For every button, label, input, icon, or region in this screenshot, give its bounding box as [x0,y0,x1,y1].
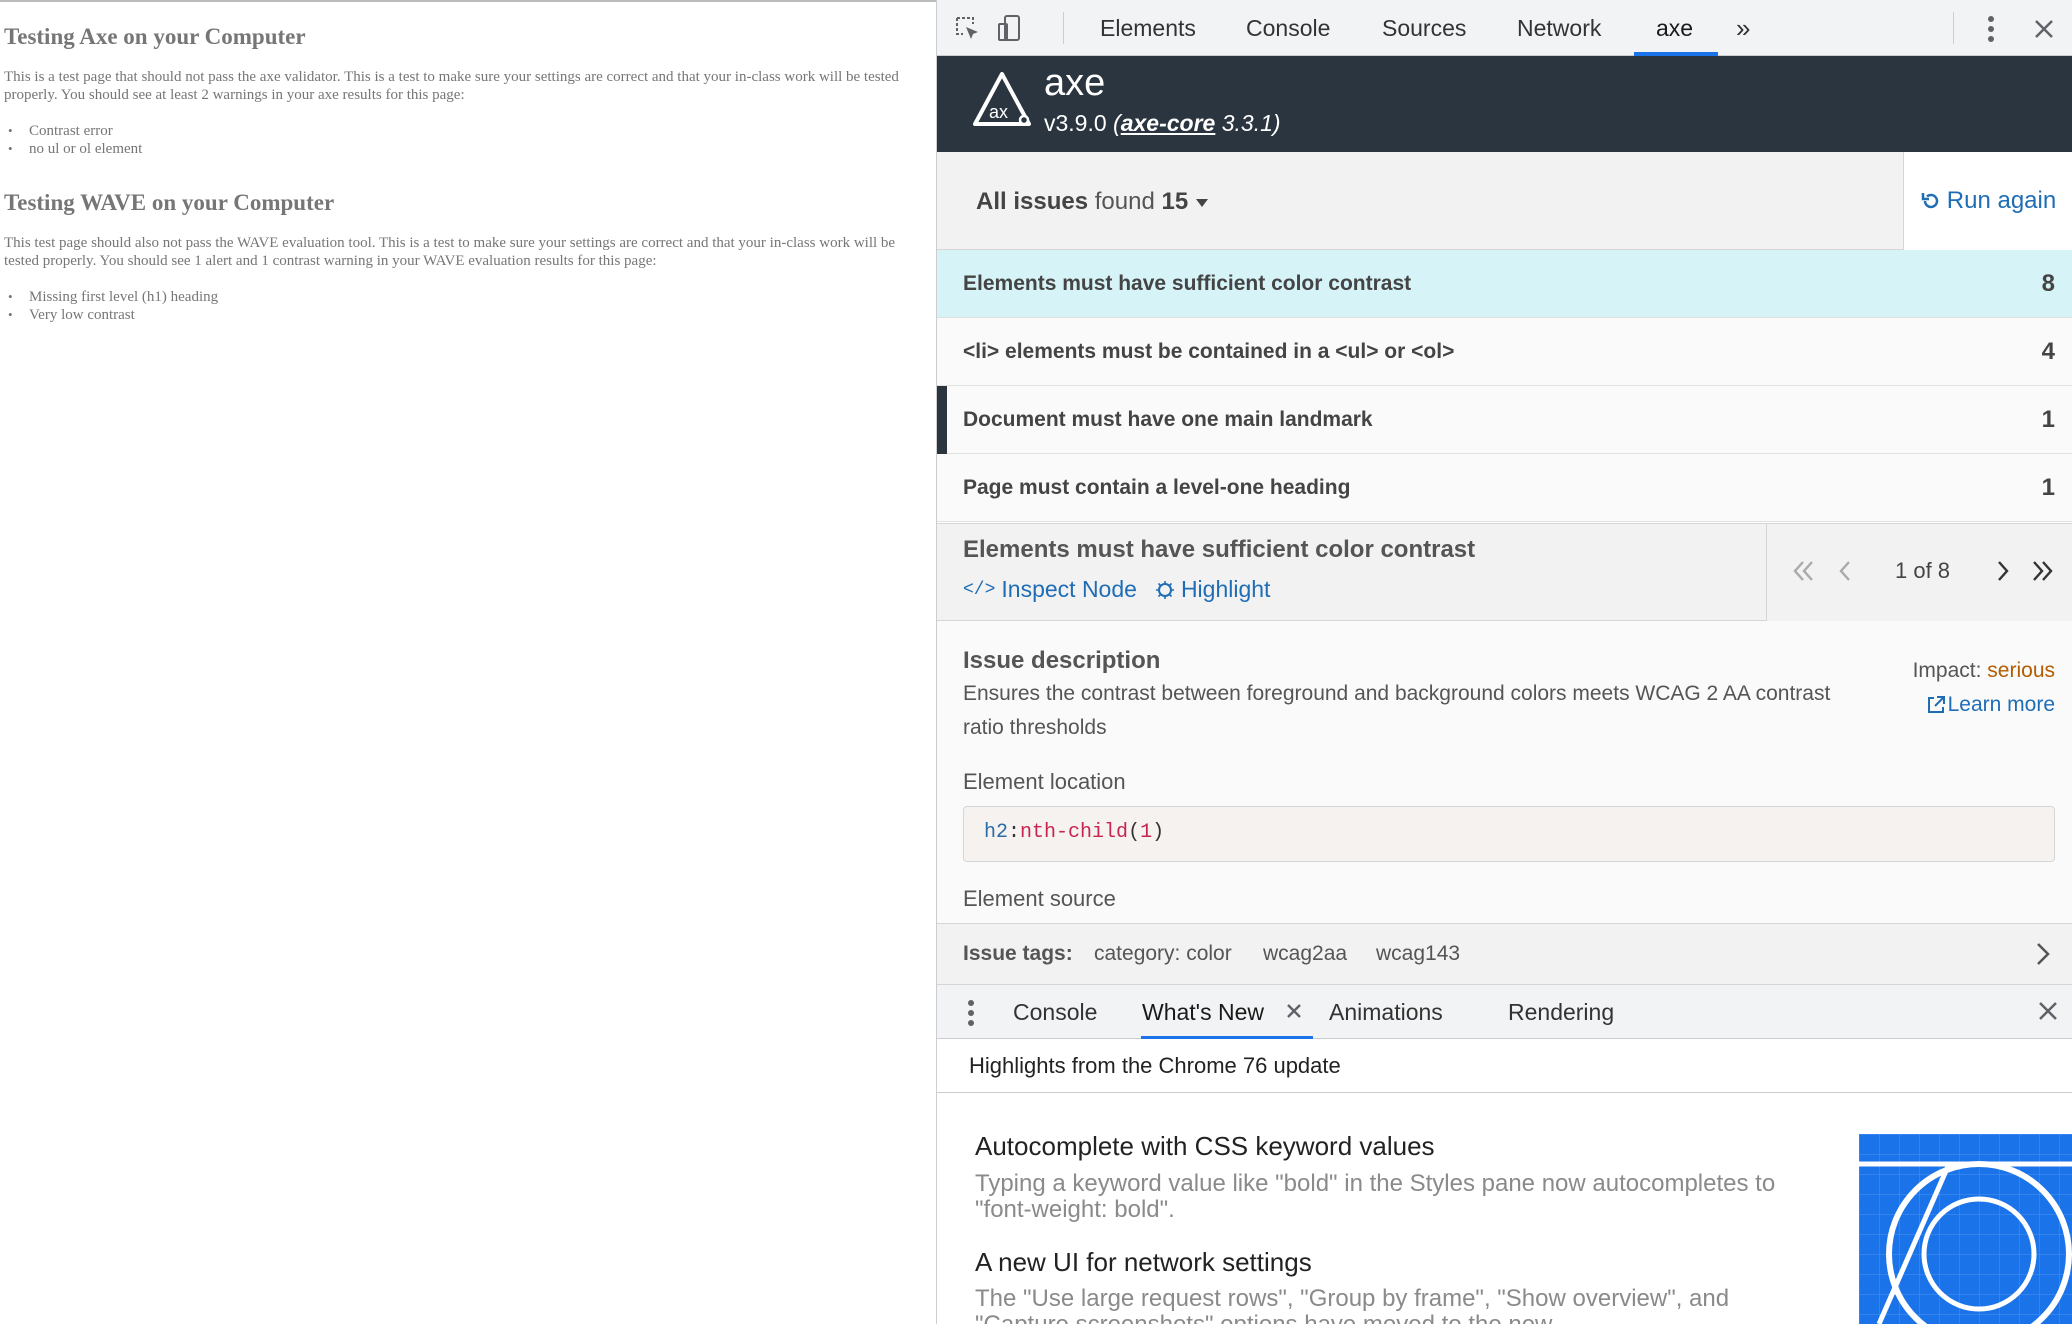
tab-console[interactable]: Console [1246,0,1330,56]
rule-name: Document must have one main landmark [963,408,1373,431]
rule-row-listitem[interactable]: <li> elements must be contained in a <ul… [937,318,2072,386]
drawer-tab-animations[interactable]: Animations [1329,985,1443,1039]
first-page-icon[interactable] [1791,558,1817,584]
drawer-tab-whats-new[interactable]: What's New [1142,985,1264,1039]
rule-name: Elements must have sufficient color cont… [963,272,1412,295]
whats-new-item-title[interactable]: A new UI for network settings [975,1247,1312,1278]
device-toolbar-icon[interactable] [993,12,1027,46]
rule-count: 4 [2041,338,2055,365]
list-item: Missing first level (h1) heading [8,288,932,306]
list-item: Contrast error [8,122,932,140]
element-location-selector: h2:nth-child(1) [963,806,2055,862]
drawer-tab-rendering[interactable]: Rendering [1508,985,1614,1039]
rule-row-color-contrast[interactable]: Elements must have sufficient color cont… [937,250,2072,318]
highlight-button[interactable]: Highlight [1155,576,1270,603]
close-drawer-icon[interactable] [2037,1000,2059,1022]
rule-row-page-has-heading[interactable]: Page must contain a level-one heading 1 [937,454,2072,522]
issue-description-title: Issue description [963,647,1161,674]
element-source-title: Element source [963,886,1116,911]
svg-text:ax: ax [989,102,1008,122]
paragraph-wave: This test page should also not pass the … [4,235,896,269]
issue-detail-header: Elements must have sufficient color cont… [937,523,2072,621]
rule-name: Page must contain a level-one heading [963,476,1351,499]
inspect-node-button[interactable]: </> Inspect Node [963,576,1137,603]
axe-core-link[interactable]: axe-core [1121,110,1216,136]
more-tabs-button[interactable]: » [1736,0,1750,56]
whats-new-header: Highlights from the Chrome 76 update [937,1039,2072,1093]
tab-sources[interactable]: Sources [1382,0,1466,56]
issues-filter-dropdown[interactable]: All issues found 15 [976,188,1209,216]
tab-network[interactable]: Network [1517,0,1601,56]
whats-new-item-desc: Typing a keyword value like "bold" in th… [975,1170,1776,1223]
close-icon[interactable] [2027,12,2061,46]
highlight-icon [1155,580,1175,600]
axe-title: axe [1044,62,1106,104]
list-item: Very low contrast [8,306,932,324]
tab-axe[interactable]: axe [1656,0,1693,56]
run-again-button[interactable]: Run again [1903,152,2072,250]
whats-new-item-desc: The "Use large request rows", "Group by … [975,1285,1730,1324]
axe-header: ax axe v3.9.0 (axe-core 3.3.1) [937,56,2072,152]
issues-summary-bar: All issues found 15 Run again [937,152,2072,250]
chevron-right-icon[interactable] [2035,941,2051,967]
external-link-icon [1926,695,1946,715]
axe-logo-icon: ax [971,70,1033,135]
caret-down-icon [1195,198,1208,207]
pager-status: 1 of 8 [1895,558,1951,583]
chrome-update-illustration [1859,1134,2072,1324]
issue-tags-bar[interactable]: Issue tags: category: color wcag2aa wcag… [937,923,2072,985]
list-wave: Missing first level (h1) heading Very lo… [8,288,932,324]
axe-version: v3.9.0 (axe-core 3.3.1) [1044,110,1281,136]
issue-tag: wcag2aa [1263,942,1348,965]
learn-more-link[interactable]: Learn more [1926,693,2055,717]
devtools-toolbar: Elements Console Sources Network axe » [937,0,2072,56]
issue-pager: 1 of 8 [1766,524,2072,621]
element-location-title: Element location [963,769,1126,794]
drawer-tab-console[interactable]: Console [1013,985,1097,1039]
impact-label: Impact: serious [1912,659,2055,682]
inspect-element-icon[interactable] [951,12,985,46]
issue-tag: wcag143 [1376,942,1461,965]
rule-count: 8 [2041,270,2055,297]
close-tab-icon[interactable] [1283,1000,1305,1022]
code-icon: </> [963,579,996,600]
drawer-menu-icon[interactable] [967,999,975,1027]
refresh-icon [1921,191,1941,211]
rule-count: 1 [2041,406,2055,433]
whats-new-item-title[interactable]: Autocomplete with CSS keyword values [975,1131,1435,1162]
rule-row-landmark[interactable]: Document must have one main landmark 1 [937,386,2072,454]
drawer-toolbar: Console What's New Animations Rendering [937,985,2072,1039]
issue-tags-label: Issue tags: [963,942,1073,965]
heading-testing-axe: Testing Axe on your Computer [4,24,306,49]
issue-detail-body: Issue description Ensures the contrast b… [937,621,2072,923]
rule-count: 1 [2041,474,2055,501]
issue-description: Ensures the contrast between foreground … [963,682,1831,739]
issue-tag: category: color [1094,942,1232,965]
next-page-icon[interactable] [1993,558,2013,584]
last-page-icon[interactable] [2029,558,2055,584]
list-item: no ul or ol element [8,140,932,158]
paragraph-axe: This is a test page that should not pass… [4,69,899,103]
tab-elements[interactable]: Elements [1100,0,1196,56]
previous-page-icon[interactable] [1835,558,1855,584]
impact-value: serious [1987,659,2055,682]
kebab-menu-icon[interactable] [1974,12,2008,46]
list-axe: Contrast error no ul or ol element [8,122,932,158]
issue-detail-title: Elements must have sufficient color cont… [963,536,1476,563]
devtools-panel: Elements Console Sources Network axe » a… [936,0,2072,1324]
focus-marker [937,386,947,454]
heading-testing-wave: Testing WAVE on your Computer [4,190,335,215]
rule-name: <li> elements must be contained in a <ul… [963,340,1455,363]
test-page: Testing Axe on your Computer This is a t… [0,0,936,1324]
